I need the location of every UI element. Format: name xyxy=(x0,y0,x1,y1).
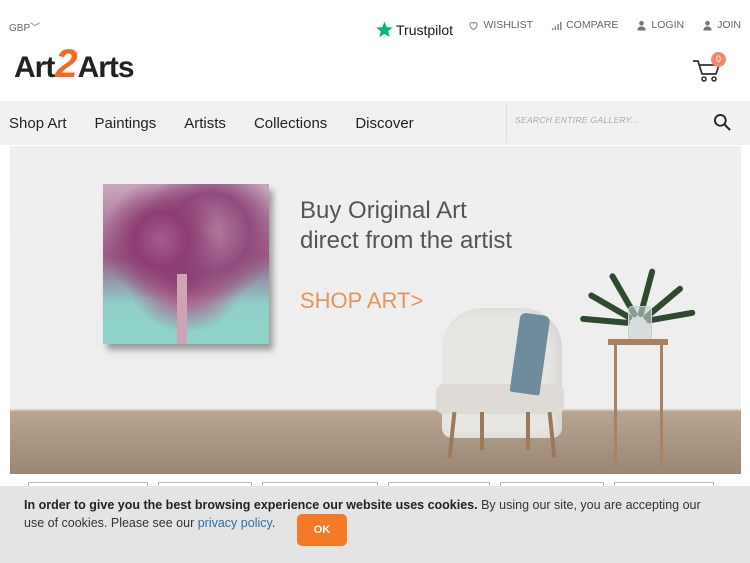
painting-tree-trunk xyxy=(177,274,187,344)
chevron-down-icon: ﹀ xyxy=(30,23,41,34)
user-icon xyxy=(637,20,647,31)
nav-paintings[interactable]: Paintings xyxy=(95,115,157,132)
compare-link[interactable]: COMPARE xyxy=(551,19,618,31)
armchair-leg xyxy=(480,412,484,450)
join-link[interactable]: JOIN xyxy=(702,19,741,31)
star-icon xyxy=(376,21,393,38)
currency-label: GBP xyxy=(9,23,31,34)
side-table-leg xyxy=(614,345,617,465)
user-icon xyxy=(703,20,712,31)
bar-chart-icon xyxy=(551,21,562,30)
logo-part-1: Art xyxy=(14,50,55,84)
side-table xyxy=(608,339,668,345)
top-bar: GBP﹀ Trustpilot WISHLIST COMPARE LOGIN J… xyxy=(0,0,750,50)
account-links: WISHLIST COMPARE LOGIN JOIN xyxy=(468,19,741,31)
hero-title: Buy Original Art direct from the artist xyxy=(300,196,512,256)
trustpilot-badge[interactable]: Trustpilot xyxy=(375,20,453,39)
cookie-message: In order to give you the best browsing e… xyxy=(24,496,724,532)
cookie-end-text: . xyxy=(271,516,276,530)
login-label: LOGIN xyxy=(651,19,685,31)
logo-part-3: Arts xyxy=(77,50,135,84)
cart-count-badge: 0 xyxy=(711,52,726,67)
side-table-leg xyxy=(660,345,663,465)
shop-art-cta[interactable]: SHOP ART> xyxy=(300,288,423,314)
main-nav: Shop Art Paintings Artists Collections D… xyxy=(0,101,750,145)
heart-icon xyxy=(469,21,479,30)
join-label: JOIN xyxy=(717,19,741,31)
nav-discover[interactable]: Discover xyxy=(355,115,413,132)
privacy-policy-link[interactable]: privacy policy xyxy=(198,516,272,530)
site-logo[interactable]: Art 2 Arts xyxy=(14,42,135,87)
cookie-banner: In order to give you the best browsing e… xyxy=(0,486,750,563)
cookie-bold-text: In order to give you the best browsing e… xyxy=(24,498,478,512)
trustpilot-label: Trustpilot xyxy=(396,21,454,38)
nav-shop-art[interactable]: Shop Art xyxy=(9,115,67,132)
nav-collections[interactable]: Collections xyxy=(254,115,327,132)
currency-selector[interactable]: GBP﹀ xyxy=(9,19,40,34)
nav-artists[interactable]: Artists xyxy=(184,115,226,132)
hero-title-line-2: direct from the artist xyxy=(300,227,513,254)
armchair-seat xyxy=(436,384,564,414)
armchair-leg xyxy=(526,412,530,450)
compare-label: COMPARE xyxy=(566,19,619,31)
login-link[interactable]: LOGIN xyxy=(636,19,684,31)
featured-painting-image[interactable] xyxy=(103,184,269,344)
search-icon[interactable] xyxy=(712,112,732,132)
wishlist-link[interactable]: WISHLIST xyxy=(468,19,533,31)
hero-title-line-1: Buy Original Art xyxy=(300,197,467,224)
vase xyxy=(628,306,652,340)
wishlist-label: WISHLIST xyxy=(483,19,534,31)
search-input[interactable] xyxy=(515,115,705,125)
hero-banner[interactable]: Buy Original Art direct from the artist … xyxy=(10,146,741,474)
cookie-ok-button[interactable]: OK xyxy=(297,514,347,546)
logo-part-2: 2 xyxy=(55,42,77,86)
